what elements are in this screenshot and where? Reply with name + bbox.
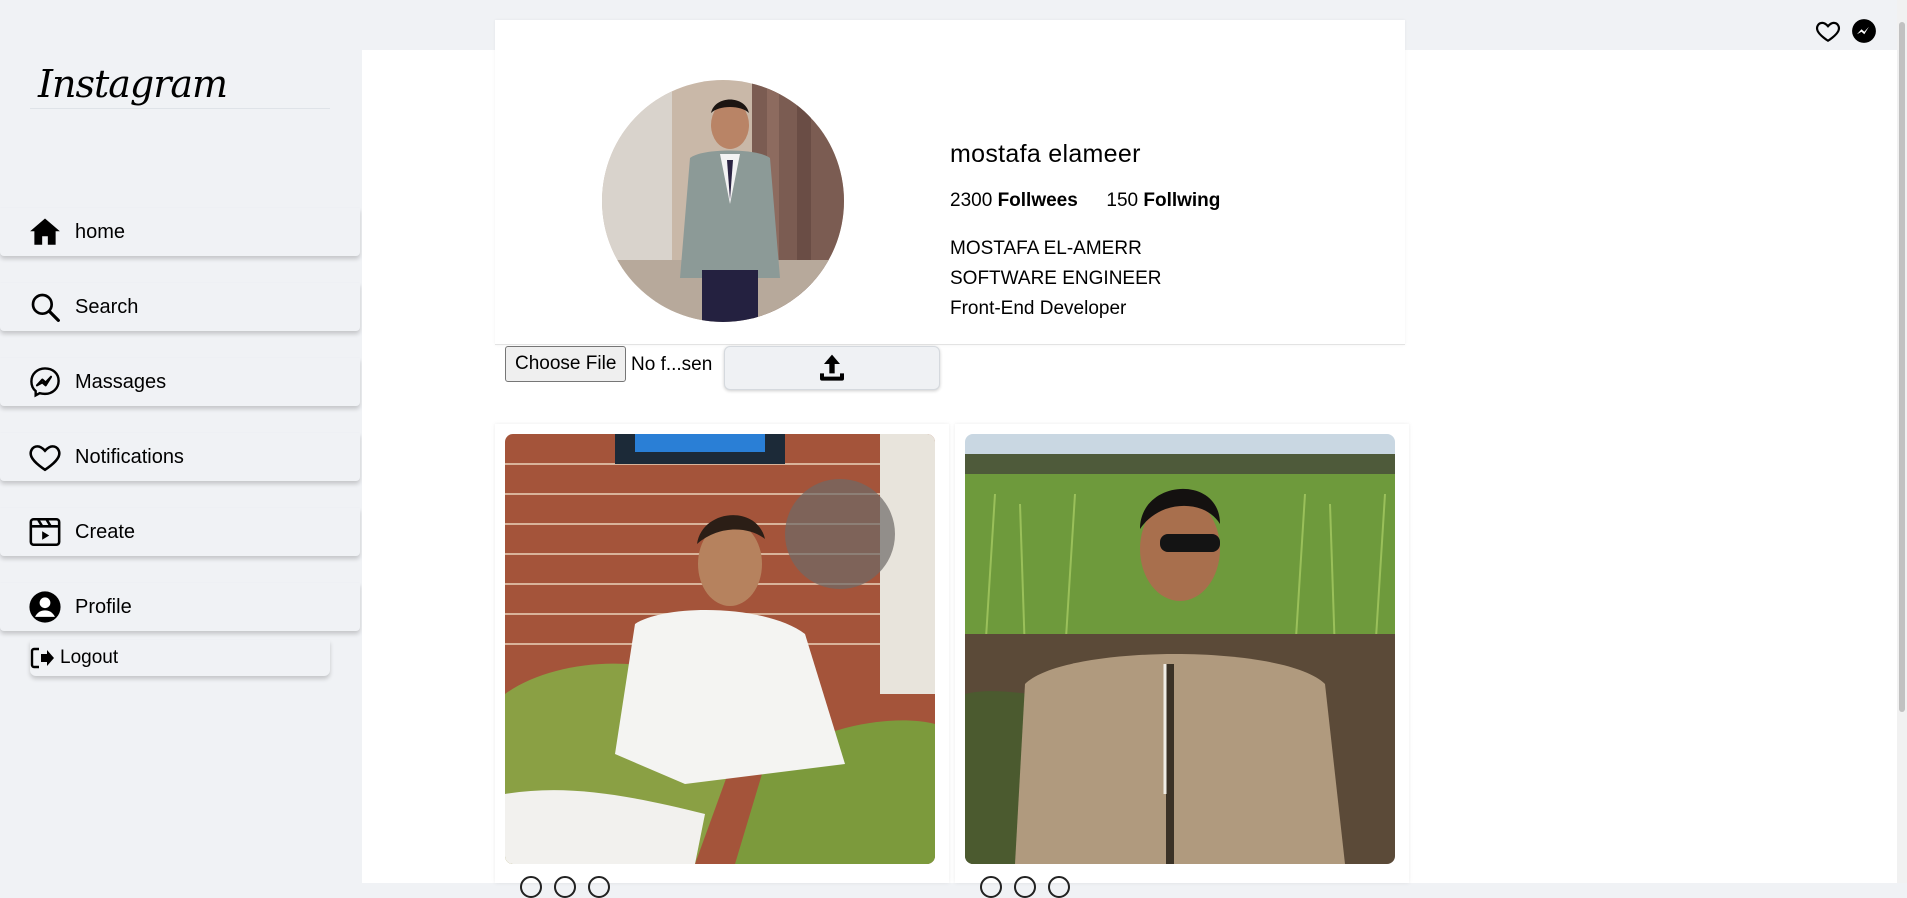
logout-icon bbox=[30, 646, 56, 670]
logo-divider bbox=[30, 108, 330, 109]
bio-line: SOFTWARE ENGINEER bbox=[950, 268, 1162, 289]
heart-icon[interactable] bbox=[1815, 18, 1841, 44]
post-image[interactable] bbox=[505, 434, 935, 864]
home-icon bbox=[28, 215, 62, 249]
sidebar-item-profile[interactable]: Profile bbox=[0, 583, 360, 631]
profile-username: mostafa elameer bbox=[950, 140, 1141, 168]
page-scrollbar[interactable] bbox=[1897, 0, 1907, 883]
followees-count: 2300 bbox=[950, 190, 993, 211]
profile-avatar[interactable] bbox=[602, 80, 844, 322]
search-icon bbox=[28, 290, 62, 324]
post-actions bbox=[980, 876, 1070, 898]
like-icon[interactable] bbox=[520, 876, 542, 898]
sidebar-item-home[interactable]: home bbox=[0, 208, 360, 256]
top-icons bbox=[1815, 18, 1877, 44]
sidebar-item-label: Create bbox=[75, 520, 136, 543]
heart-icon bbox=[28, 440, 62, 474]
sidebar-item-label: home bbox=[75, 220, 126, 243]
bio-line: Front-End Developer bbox=[950, 298, 1127, 319]
share-icon[interactable] bbox=[1048, 876, 1070, 898]
post-image[interactable] bbox=[965, 434, 1395, 864]
followees-label[interactable]: Follwees bbox=[998, 190, 1078, 211]
sidebar-item-label: Profile bbox=[75, 595, 132, 618]
messenger-icon[interactable] bbox=[1851, 18, 1877, 44]
comment-icon[interactable] bbox=[1014, 876, 1036, 898]
following-label[interactable]: Follwing bbox=[1143, 190, 1220, 211]
sidebar-item-notifications[interactable]: Notifications bbox=[0, 433, 360, 481]
messenger-icon bbox=[28, 365, 62, 399]
sidebar-item-create[interactable]: Create bbox=[0, 508, 360, 556]
upload-button[interactable] bbox=[724, 346, 940, 390]
comment-icon[interactable] bbox=[554, 876, 576, 898]
logout-button[interactable]: Logout bbox=[30, 640, 330, 676]
clapperboard-icon bbox=[28, 515, 62, 549]
choose-file-button[interactable]: Choose File bbox=[505, 346, 627, 382]
sidebar-item-messages[interactable]: Massages bbox=[0, 358, 360, 406]
file-status-text: No f...sen bbox=[631, 354, 713, 375]
sidebar-item-label: Notifications bbox=[75, 445, 184, 468]
profile-stats: 2300 Follwees 150 Follwing bbox=[950, 190, 1220, 212]
share-icon[interactable] bbox=[588, 876, 610, 898]
sidebar-item-label: Massages bbox=[75, 370, 167, 393]
profile-bio: MOSTAFA EL-AMERR SOFTWARE ENGINEER Front… bbox=[950, 234, 1161, 324]
post-actions bbox=[520, 876, 610, 898]
like-icon[interactable] bbox=[980, 876, 1002, 898]
logout-label: Logout bbox=[60, 647, 119, 668]
following-count: 150 bbox=[1106, 190, 1139, 211]
app-logo[interactable]: Instagram bbox=[38, 62, 228, 106]
sidebar-item-search[interactable]: Search bbox=[0, 283, 360, 331]
upload-icon bbox=[816, 352, 848, 384]
scrollbar-thumb[interactable] bbox=[1899, 22, 1905, 712]
sidebar-item-label: Search bbox=[75, 295, 139, 318]
bio-line: MOSTAFA EL-AMERR bbox=[950, 238, 1142, 259]
user-circle-icon bbox=[28, 590, 62, 624]
